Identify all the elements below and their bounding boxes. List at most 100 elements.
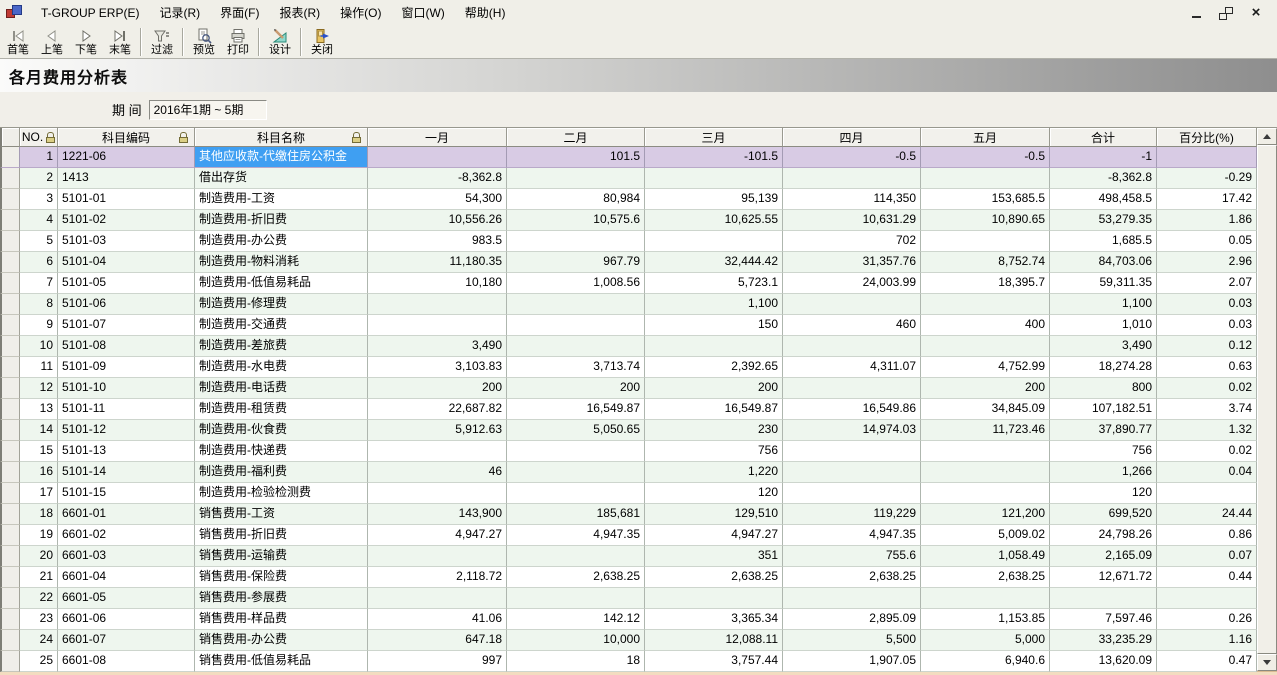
cell-m1[interactable]: 22,687.82	[368, 399, 507, 420]
cell-m1[interactable]: 4,947.27	[368, 525, 507, 546]
cell-m4[interactable]: 24,003.99	[783, 273, 921, 294]
cell-m2[interactable]: 1,008.56	[507, 273, 645, 294]
table-row[interactable]: 155101-13制造费用-快递费7567560.02	[0, 441, 1257, 462]
cell-m4[interactable]	[783, 441, 921, 462]
cell-code[interactable]: 5101-12	[58, 420, 195, 441]
cell-m1[interactable]: 41.06	[368, 609, 507, 630]
cell-pct[interactable]: 1.86	[1157, 210, 1257, 231]
cell-name[interactable]: 制造费用-水电费	[195, 357, 368, 378]
cell-m3[interactable]: 3,365.34	[645, 609, 783, 630]
table-row[interactable]: 256601-08销售费用-低值易耗品997183,757.441,907.05…	[0, 651, 1257, 672]
restore-button[interactable]	[1219, 6, 1233, 20]
cell-m1[interactable]	[368, 483, 507, 504]
cell-m2[interactable]	[507, 483, 645, 504]
cell-m4[interactable]: 4,947.35	[783, 525, 921, 546]
next-record-button[interactable]: 下笔	[69, 25, 103, 58]
cell-total[interactable]: 1,685.5	[1050, 231, 1157, 252]
cell-code[interactable]: 5101-05	[58, 273, 195, 294]
cell-m5[interactable]	[921, 483, 1050, 504]
column-header-name[interactable]: 科目名称	[195, 128, 368, 147]
cell-m5[interactable]: 1,058.49	[921, 546, 1050, 567]
cell-m4[interactable]: 5,500	[783, 630, 921, 651]
cell-m3[interactable]: 95,139	[645, 189, 783, 210]
cell-name[interactable]: 销售费用-办公费	[195, 630, 368, 651]
cell-m5[interactable]	[921, 231, 1050, 252]
cell-m3[interactable]: 756	[645, 441, 783, 462]
table-row[interactable]: 55101-03制造费用-办公费983.57021,685.50.05	[0, 231, 1257, 252]
cell-total[interactable]: 12,671.72	[1050, 567, 1157, 588]
menu-app[interactable]: T-GROUP ERP(E)	[31, 3, 149, 23]
cell-code[interactable]: 6601-06	[58, 609, 195, 630]
cell-name[interactable]: 销售费用-保险费	[195, 567, 368, 588]
cell-name[interactable]: 制造费用-工资	[195, 189, 368, 210]
cell-no[interactable]: 14	[20, 420, 58, 441]
cell-m5[interactable]	[921, 588, 1050, 609]
column-header-no[interactable]: NO.	[20, 128, 58, 147]
cell-m1[interactable]	[368, 315, 507, 336]
row-selector-cell[interactable]	[0, 315, 20, 336]
cell-no[interactable]: 5	[20, 231, 58, 252]
cell-m4[interactable]: 14,974.03	[783, 420, 921, 441]
row-selector-cell[interactable]	[0, 441, 20, 462]
cell-m4[interactable]: -0.5	[783, 147, 921, 168]
cell-pct[interactable]: 0.03	[1157, 294, 1257, 315]
cell-code[interactable]: 5101-14	[58, 462, 195, 483]
cell-pct[interactable]: -0.29	[1157, 168, 1257, 189]
prev-record-button[interactable]: 上笔	[35, 25, 69, 58]
cell-name[interactable]: 制造费用-办公费	[195, 231, 368, 252]
cell-total[interactable]: 756	[1050, 441, 1157, 462]
cell-no[interactable]: 10	[20, 336, 58, 357]
cell-total[interactable]: 498,458.5	[1050, 189, 1157, 210]
row-selector-cell[interactable]	[0, 546, 20, 567]
first-record-button[interactable]: 首笔	[1, 25, 35, 58]
cell-m1[interactable]: 2,118.72	[368, 567, 507, 588]
cell-total[interactable]: 1,010	[1050, 315, 1157, 336]
filter-button[interactable]: 过滤	[145, 25, 179, 58]
cell-total[interactable]: 120	[1050, 483, 1157, 504]
cell-m2[interactable]: 10,575.6	[507, 210, 645, 231]
column-header-m5[interactable]: 五月	[921, 128, 1050, 147]
table-row[interactable]: 196601-02销售费用-折旧费4,947.274,947.354,947.2…	[0, 525, 1257, 546]
cell-pct[interactable]: 1.16	[1157, 630, 1257, 651]
cell-name[interactable]: 制造费用-伙食费	[195, 420, 368, 441]
cell-m2[interactable]	[507, 294, 645, 315]
table-row[interactable]: 35101-01制造费用-工资54,30080,98495,139114,350…	[0, 189, 1257, 210]
cell-total[interactable]: 13,620.09	[1050, 651, 1157, 672]
cell-m3[interactable]: 2,638.25	[645, 567, 783, 588]
cell-m4[interactable]: 460	[783, 315, 921, 336]
cell-no[interactable]: 16	[20, 462, 58, 483]
table-row[interactable]: 186601-01销售费用-工资143,900185,681129,510119…	[0, 504, 1257, 525]
cell-m3[interactable]	[645, 336, 783, 357]
cell-code[interactable]: 6601-04	[58, 567, 195, 588]
table-row[interactable]: 125101-10制造费用-电话费2002002002008000.02	[0, 378, 1257, 399]
row-selector-cell[interactable]	[0, 273, 20, 294]
cell-m5[interactable]: 121,200	[921, 504, 1050, 525]
print-button[interactable]: 打印	[221, 25, 255, 58]
cell-no[interactable]: 24	[20, 630, 58, 651]
cell-total[interactable]: 18,274.28	[1050, 357, 1157, 378]
cell-pct[interactable]: 24.44	[1157, 504, 1257, 525]
cell-no[interactable]: 7	[20, 273, 58, 294]
cell-pct[interactable]: 0.03	[1157, 315, 1257, 336]
scroll-down-button[interactable]	[1257, 654, 1277, 671]
cell-pct[interactable]: 2.96	[1157, 252, 1257, 273]
row-selector-cell[interactable]	[0, 231, 20, 252]
cell-m2[interactable]: 967.79	[507, 252, 645, 273]
cell-total[interactable]: 37,890.77	[1050, 420, 1157, 441]
design-button[interactable]: 设计	[263, 25, 297, 58]
cell-total[interactable]: 59,311.35	[1050, 273, 1157, 294]
row-selector-cell[interactable]	[0, 504, 20, 525]
row-selector-cell[interactable]	[0, 168, 20, 189]
cell-total[interactable]	[1050, 588, 1157, 609]
cell-code[interactable]: 5101-09	[58, 357, 195, 378]
row-selector-cell[interactable]	[0, 483, 20, 504]
cell-name[interactable]: 销售费用-低值易耗品	[195, 651, 368, 672]
cell-no[interactable]: 19	[20, 525, 58, 546]
cell-no[interactable]: 9	[20, 315, 58, 336]
menu-operation[interactable]: 操作(O)	[330, 1, 391, 24]
cell-m5[interactable]: 5,009.02	[921, 525, 1050, 546]
cell-pct[interactable]: 0.26	[1157, 609, 1257, 630]
row-selector-cell[interactable]	[0, 630, 20, 651]
cell-m3[interactable]: 10,625.55	[645, 210, 783, 231]
cell-m1[interactable]	[368, 441, 507, 462]
